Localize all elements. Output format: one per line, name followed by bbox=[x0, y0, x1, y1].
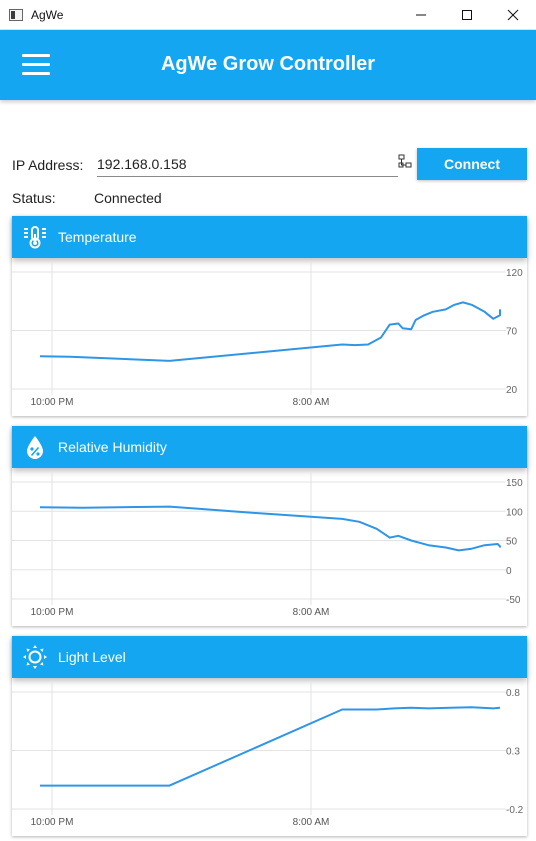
close-icon bbox=[507, 9, 519, 21]
app-bar: AgWe Grow Controller bbox=[0, 30, 536, 100]
temperature-chart: 120 70 20 10:00 PM 8:00 AM bbox=[12, 258, 527, 416]
humidity-chart: 150 100 50 0 -50 10:00 PM 8:00 AM bbox=[12, 468, 527, 626]
light-card-title: Light Level bbox=[58, 649, 126, 665]
y-tick-label: 0.8 bbox=[506, 688, 520, 699]
x-tick-label: 8:00 AM bbox=[293, 607, 330, 618]
y-tick-label: -50 bbox=[506, 595, 521, 606]
light-card: Light Level 0.8 0.3 -0.2 10:00 PM 8:00 AM bbox=[12, 636, 527, 836]
window-titlebar: AgWe bbox=[0, 0, 536, 30]
minimize-button[interactable] bbox=[398, 0, 444, 30]
status-value: Connected bbox=[94, 190, 162, 206]
y-tick-label: 100 bbox=[506, 507, 523, 518]
light-chart: 0.8 0.3 -0.2 10:00 PM 8:00 AM bbox=[12, 678, 527, 836]
ip-address-label: IP Address: bbox=[12, 157, 84, 173]
app-window-icon bbox=[9, 9, 23, 21]
sun-icon bbox=[23, 645, 47, 669]
light-card-header: Light Level bbox=[12, 636, 527, 678]
app-title: AgWe Grow Controller bbox=[160, 53, 376, 75]
humidity-chart-svg: 150 100 50 0 -50 10:00 PM 8:00 AM bbox=[12, 472, 523, 618]
series-line bbox=[40, 706, 501, 787]
series-line bbox=[39, 505, 501, 552]
y-tick-label: -0.2 bbox=[506, 805, 524, 816]
close-button[interactable] bbox=[490, 0, 536, 30]
temperature-card-title: Temperature bbox=[58, 229, 137, 245]
y-tick-label: 50 bbox=[506, 537, 518, 548]
network-icon[interactable] bbox=[398, 154, 412, 168]
ip-address-input[interactable] bbox=[97, 151, 398, 177]
temperature-card: Temperature 120 70 20 10:00 PM 8:00 AM bbox=[12, 216, 527, 416]
water-drop-percent-icon bbox=[27, 436, 43, 459]
humidity-card: Relative Humidity 150 100 50 0 -50 10:00 PM 8:… bbox=[12, 426, 527, 626]
maximize-icon bbox=[462, 10, 472, 20]
humidity-card-title: Relative Humidity bbox=[58, 439, 167, 455]
x-tick-label: 10:00 PM bbox=[31, 607, 74, 618]
y-tick-label: 150 bbox=[506, 478, 523, 489]
temperature-chart-svg: 120 70 20 10:00 PM 8:00 AM bbox=[12, 262, 523, 408]
window-title: AgWe bbox=[31, 8, 64, 22]
y-tick-label: 70 bbox=[506, 327, 518, 338]
light-chart-svg: 0.8 0.3 -0.2 10:00 PM 8:00 AM bbox=[12, 682, 524, 828]
thermometer-icon bbox=[24, 226, 46, 249]
y-tick-label: 0.3 bbox=[506, 747, 520, 758]
series-line bbox=[39, 301, 501, 362]
humidity-card-header: Relative Humidity bbox=[12, 426, 527, 468]
y-tick-label: 20 bbox=[506, 385, 518, 396]
temperature-card-header: Temperature bbox=[12, 216, 527, 258]
x-tick-label: 10:00 PM bbox=[31, 817, 74, 828]
connect-button[interactable]: Connect bbox=[417, 148, 527, 180]
y-tick-label: 120 bbox=[506, 268, 523, 279]
minimize-icon bbox=[416, 14, 426, 16]
x-tick-label: 10:00 PM bbox=[31, 397, 74, 408]
x-tick-label: 8:00 AM bbox=[293, 817, 330, 828]
maximize-button[interactable] bbox=[444, 0, 490, 30]
x-tick-label: 8:00 AM bbox=[293, 397, 330, 408]
y-tick-label: 0 bbox=[506, 566, 512, 577]
status-label: Status: bbox=[12, 190, 56, 206]
